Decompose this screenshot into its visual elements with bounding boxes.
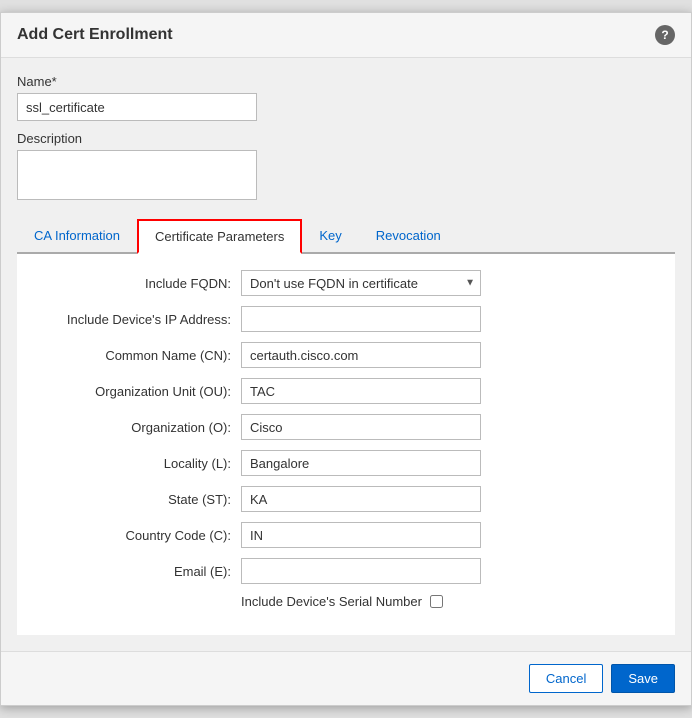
org-row: Organization (O): (41, 414, 651, 440)
description-input[interactable] (17, 150, 257, 200)
include-fqdn-select-wrapper: Don't use FQDN in certificate Use device… (241, 270, 481, 296)
dialog-footer: Cancel Save (1, 651, 691, 705)
dialog-body: Name* Description CA Information Certifi… (1, 58, 691, 651)
dialog-header: Add Cert Enrollment ? (1, 13, 691, 58)
country-code-row: Country Code (C): (41, 522, 651, 548)
tab-ca-information[interactable]: CA Information (17, 219, 137, 254)
add-cert-enrollment-dialog: Add Cert Enrollment ? Name* Description … (0, 12, 692, 706)
email-label: Email (E): (41, 564, 241, 579)
tab-content-certificate-parameters: Include FQDN: Don't use FQDN in certific… (17, 254, 675, 635)
include-device-ip-input[interactable] (241, 306, 481, 332)
include-fqdn-label: Include FQDN: (41, 276, 241, 291)
locality-label: Locality (L): (41, 456, 241, 471)
state-label: State (ST): (41, 492, 241, 507)
include-device-ip-label: Include Device's IP Address: (41, 312, 241, 327)
state-row: State (ST): (41, 486, 651, 512)
common-name-input[interactable] (241, 342, 481, 368)
locality-input[interactable] (241, 450, 481, 476)
serial-number-checkbox[interactable] (430, 595, 443, 608)
name-input[interactable] (17, 93, 257, 121)
serial-number-label: Include Device's Serial Number (241, 594, 422, 609)
dialog-title: Add Cert Enrollment (17, 26, 173, 44)
common-name-row: Common Name (CN): (41, 342, 651, 368)
cancel-button[interactable]: Cancel (529, 664, 603, 693)
email-input[interactable] (241, 558, 481, 584)
save-button[interactable]: Save (611, 664, 675, 693)
email-row: Email (E): (41, 558, 651, 584)
org-unit-input[interactable] (241, 378, 481, 404)
org-input[interactable] (241, 414, 481, 440)
locality-row: Locality (L): (41, 450, 651, 476)
tabs-container: CA Information Certificate Parameters Ke… (17, 217, 675, 254)
org-label: Organization (O): (41, 420, 241, 435)
org-unit-row: Organization Unit (OU): (41, 378, 651, 404)
include-fqdn-select[interactable]: Don't use FQDN in certificate Use device… (241, 270, 481, 296)
help-icon[interactable]: ? (655, 25, 675, 45)
serial-number-row: Include Device's Serial Number (241, 594, 651, 609)
tab-revocation[interactable]: Revocation (359, 219, 458, 254)
tab-certificate-parameters[interactable]: Certificate Parameters (137, 219, 302, 254)
name-label: Name* (17, 74, 675, 89)
org-unit-label: Organization Unit (OU): (41, 384, 241, 399)
description-label: Description (17, 131, 675, 146)
state-input[interactable] (241, 486, 481, 512)
country-code-label: Country Code (C): (41, 528, 241, 543)
common-name-label: Common Name (CN): (41, 348, 241, 363)
tab-key[interactable]: Key (302, 219, 358, 254)
include-device-ip-row: Include Device's IP Address: (41, 306, 651, 332)
description-group: Description (17, 131, 675, 203)
country-code-input[interactable] (241, 522, 481, 548)
name-group: Name* (17, 74, 675, 121)
include-fqdn-row: Include FQDN: Don't use FQDN in certific… (41, 270, 651, 296)
